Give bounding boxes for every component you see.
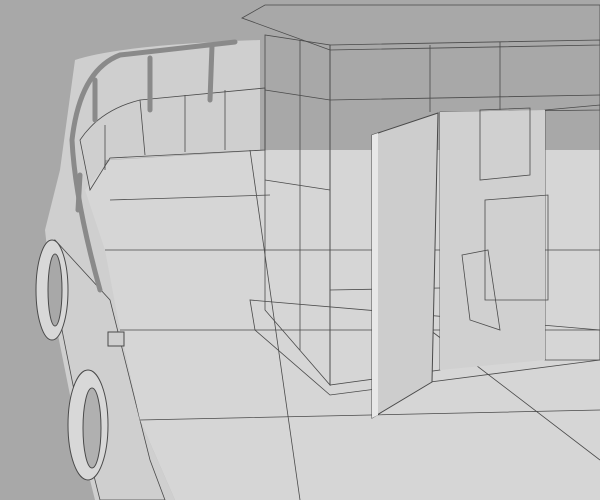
cabin-interior xyxy=(440,107,549,370)
boat-render-viewport[interactable] xyxy=(0,0,600,500)
cabin-door[interactable] xyxy=(371,112,439,419)
deck-cleat xyxy=(107,331,125,347)
life-ring-lower xyxy=(67,369,109,481)
life-ring-upper xyxy=(35,239,69,341)
